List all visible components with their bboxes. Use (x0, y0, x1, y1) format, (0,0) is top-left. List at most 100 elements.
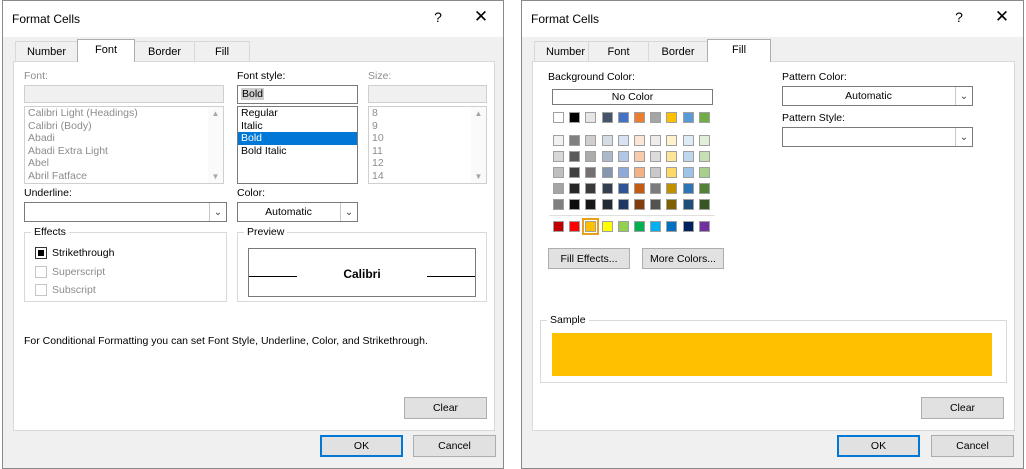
color-swatch[interactable] (617, 183, 629, 194)
color-swatch[interactable] (634, 221, 645, 232)
color-swatch[interactable] (617, 199, 629, 210)
color-swatch[interactable] (582, 218, 600, 235)
color-swatch[interactable] (569, 135, 581, 146)
scrollbar[interactable]: ▲ ▼ (208, 107, 223, 183)
color-swatch[interactable] (698, 167, 710, 178)
color-swatch[interactable] (553, 199, 564, 210)
color-swatch[interactable] (666, 151, 678, 162)
tab-fill[interactable]: Fill (707, 39, 771, 62)
color-swatch[interactable] (617, 135, 629, 146)
list-item[interactable]: Abril Fatface (25, 170, 223, 183)
color-swatch[interactable] (698, 221, 710, 232)
color-swatch[interactable] (698, 151, 710, 162)
color-swatch[interactable] (682, 151, 694, 162)
color-swatch[interactable] (650, 221, 662, 232)
color-swatch[interactable] (682, 183, 694, 194)
tab-fill[interactable]: Fill (194, 41, 250, 61)
color-swatch[interactable] (650, 151, 662, 162)
tab-font[interactable]: Font (77, 39, 135, 62)
color-swatch[interactable] (682, 112, 694, 123)
list-item[interactable]: 12 (369, 157, 486, 170)
size-input[interactable] (368, 85, 487, 103)
color-swatch[interactable] (569, 221, 581, 232)
checkbox-box[interactable] (35, 266, 47, 278)
font-style-input[interactable]: Bold (237, 85, 358, 104)
ok-button[interactable]: OK (320, 435, 403, 457)
color-select[interactable]: Automatic ⌄ (237, 202, 358, 222)
chevron-down-icon[interactable]: ⌄ (955, 128, 972, 146)
list-item[interactable]: 10 (369, 132, 486, 145)
subscript-checkbox[interactable]: Subscript (35, 284, 96, 296)
tab-border[interactable]: Border (134, 41, 195, 61)
cancel-button[interactable]: Cancel (413, 435, 496, 457)
ok-button[interactable]: OK (837, 435, 920, 457)
pattern-style-select[interactable]: ⌄ (782, 127, 973, 147)
list-item[interactable]: 11 (369, 145, 486, 158)
color-swatch[interactable] (634, 135, 645, 146)
size-list[interactable]: 8 9 10 11 12 14 ▲ ▼ (368, 106, 487, 184)
color-swatch[interactable] (650, 183, 662, 194)
color-swatch[interactable] (617, 151, 629, 162)
help-icon[interactable]: ? (949, 9, 969, 25)
tab-font[interactable]: Font (588, 41, 649, 61)
color-swatch[interactable] (650, 135, 662, 146)
color-swatch[interactable] (601, 199, 613, 210)
scrollbar[interactable]: ▲ ▼ (471, 107, 486, 183)
color-swatch[interactable] (698, 183, 710, 194)
clear-button[interactable]: Clear (921, 397, 1004, 419)
color-swatch[interactable] (666, 167, 678, 178)
color-swatch[interactable] (650, 167, 662, 178)
color-swatch[interactable] (698, 135, 710, 146)
color-swatch[interactable] (682, 167, 694, 178)
color-swatch[interactable] (682, 135, 694, 146)
list-item[interactable]: Bold Italic (238, 145, 357, 158)
chevron-down-icon[interactable]: ⌄ (955, 87, 972, 105)
no-color-button[interactable]: No Color (552, 89, 713, 105)
list-item[interactable]: 14 (369, 170, 486, 183)
chevron-down-icon[interactable]: ⌄ (340, 203, 357, 221)
color-swatch[interactable] (553, 112, 564, 123)
color-swatch[interactable] (585, 112, 597, 123)
list-item[interactable]: 8 (369, 107, 486, 120)
color-swatch[interactable] (553, 183, 564, 194)
tab-number[interactable]: Number (15, 41, 78, 61)
color-swatch[interactable] (634, 151, 645, 162)
color-swatch[interactable] (601, 221, 613, 232)
list-item[interactable]: Abadi Extra Light (25, 145, 223, 158)
color-swatch[interactable] (585, 199, 597, 210)
color-swatch[interactable] (569, 183, 581, 194)
superscript-checkbox[interactable]: Superscript (35, 266, 105, 278)
color-swatch[interactable] (666, 183, 678, 194)
color-swatch[interactable] (634, 112, 645, 123)
list-item[interactable]: Italic (238, 120, 357, 133)
list-item-selected[interactable]: Bold (238, 132, 357, 145)
color-swatch[interactable] (585, 151, 597, 162)
font-style-list[interactable]: Regular Italic Bold Bold Italic (237, 106, 358, 184)
color-swatch[interactable] (553, 151, 564, 162)
color-swatch[interactable] (650, 112, 662, 123)
color-swatch[interactable] (553, 221, 564, 232)
list-item[interactable]: Abadi (25, 132, 223, 145)
close-icon[interactable]: ✕ (992, 7, 1012, 27)
checkbox-box[interactable] (35, 284, 47, 296)
chevron-down-icon[interactable]: ▼ (471, 172, 486, 181)
color-swatch[interactable] (634, 183, 645, 194)
chevron-down-icon[interactable]: ⌄ (209, 203, 226, 221)
color-swatch[interactable] (553, 167, 564, 178)
font-list[interactable]: Calibri Light (Headings) Calibri (Body) … (24, 106, 224, 184)
color-swatch[interactable] (601, 183, 613, 194)
underline-select[interactable]: ⌄ (24, 202, 227, 222)
more-colors-button[interactable]: More Colors... (642, 248, 724, 269)
color-swatch[interactable] (634, 199, 645, 210)
color-swatch[interactable] (601, 167, 613, 178)
clear-button[interactable]: Clear (404, 397, 487, 419)
color-swatch[interactable] (553, 135, 564, 146)
color-swatch[interactable] (617, 112, 629, 123)
cancel-button[interactable]: Cancel (931, 435, 1014, 457)
color-swatch[interactable] (617, 221, 629, 232)
color-swatch[interactable] (698, 199, 710, 210)
color-swatch[interactable] (650, 199, 662, 210)
color-swatch[interactable] (617, 167, 629, 178)
checkbox-box[interactable] (35, 247, 47, 259)
color-swatch[interactable] (698, 112, 710, 123)
